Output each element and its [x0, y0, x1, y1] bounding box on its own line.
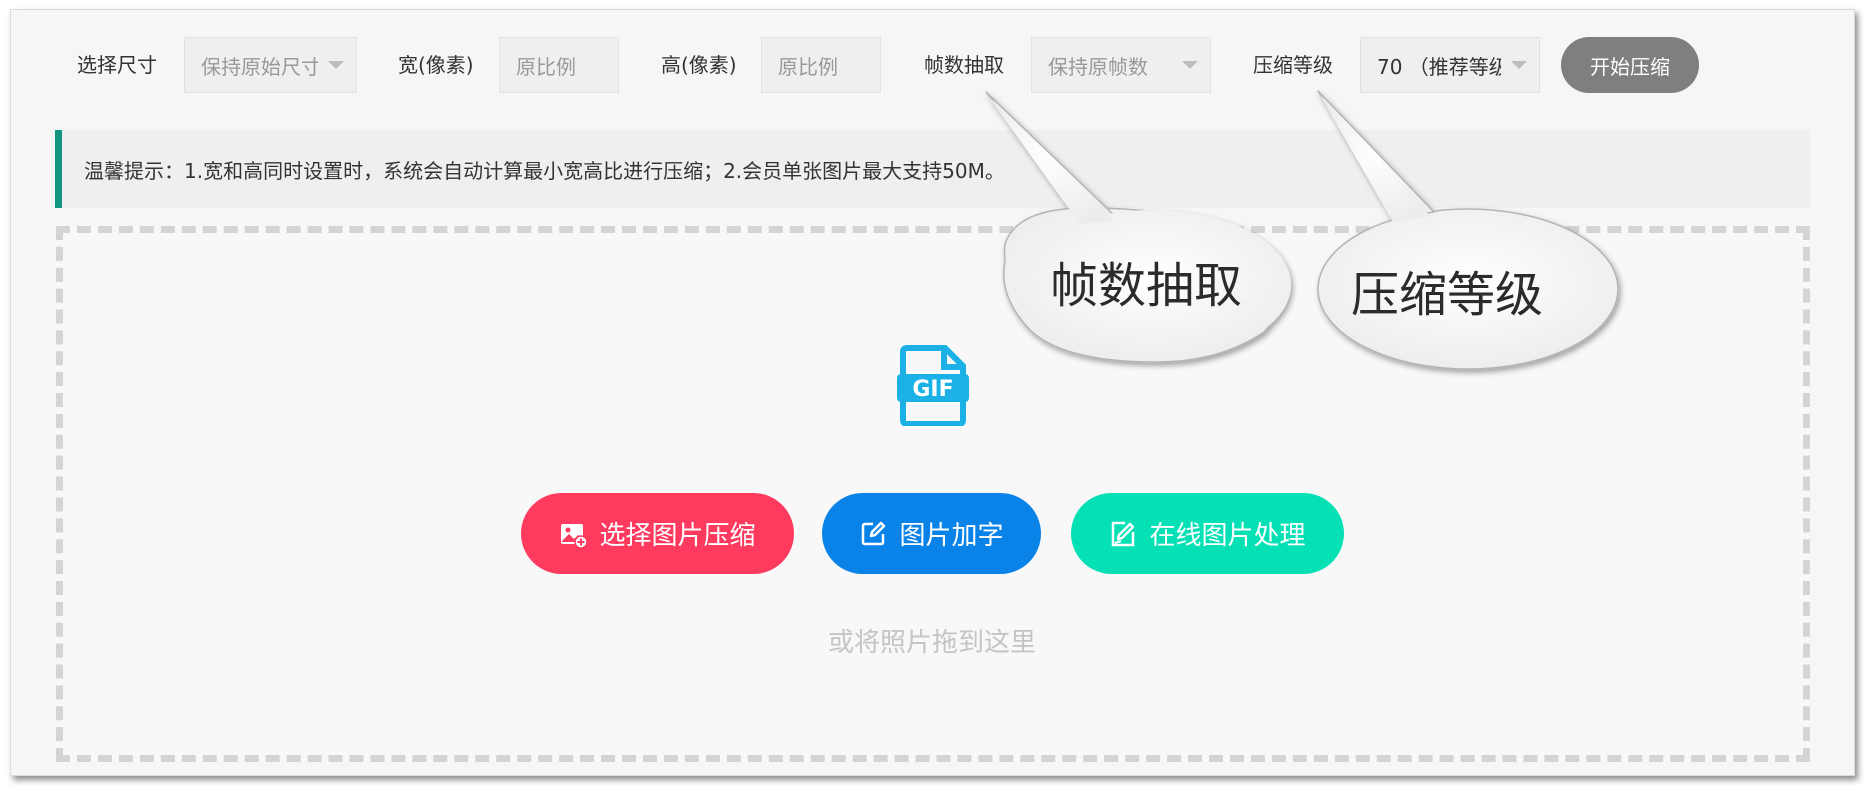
add-text-button[interactable]: 图片加字 [822, 493, 1041, 574]
start-compress-button[interactable]: 开始压缩 [1561, 37, 1699, 93]
frames-select[interactable]: 保持原帧数 [1031, 37, 1211, 93]
tip-text: 温馨提示：1.宽和高同时设置时，系统会自动计算最小宽高比进行压缩；2.会员单张图… [84, 158, 1005, 183]
frames-select-value: 保持原帧数 [1048, 54, 1148, 79]
level-select-value: 70 （推荐等级） [1377, 54, 1501, 79]
select-image-compress-label: 选择图片压缩 [599, 521, 756, 551]
level-callout-text: 压缩等级 [1351, 267, 1544, 323]
width-placeholder: 原比例 [516, 54, 576, 79]
level-select[interactable]: 70 （推荐等级） [1360, 37, 1540, 93]
edit-icon [862, 521, 886, 545]
gif-icon-label: GIF [912, 377, 953, 402]
drop-hint: 或将照片拖到这里 [827, 628, 1036, 658]
height-label: 高(像素) [661, 53, 737, 77]
chevron-down-icon [1511, 61, 1527, 69]
frames-callout-text: 帧数抽取 [1050, 258, 1243, 314]
size-select-value: 保持原始尺寸 [201, 54, 318, 79]
online-image-edit-button[interactable]: 在线图片处理 [1071, 493, 1344, 574]
level-label: 压缩等级 [1253, 53, 1333, 77]
size-label: 选择尺寸 [77, 53, 157, 77]
width-input[interactable]: 原比例 [499, 37, 619, 93]
height-input[interactable]: 原比例 [761, 37, 881, 93]
add-text-label: 图片加字 [899, 521, 1004, 551]
select-image-compress-button[interactable]: 选择图片压缩 [521, 493, 794, 574]
image-add-icon [561, 523, 588, 548]
tip-bar: 温馨提示：1.宽和高同时设置时，系统会自动计算最小宽高比进行压缩；2.会员单张图… [55, 130, 1810, 208]
image-edit-icon [1112, 521, 1135, 546]
gif-file-icon: GIF [897, 345, 969, 426]
frames-label: 帧数抽取 [924, 53, 1004, 77]
size-select[interactable]: 保持原始尺寸 [184, 37, 357, 93]
width-label: 宽(像素) [398, 53, 474, 77]
chevron-down-icon [1182, 61, 1198, 69]
height-placeholder: 原比例 [778, 54, 838, 79]
chevron-down-icon [328, 61, 344, 69]
online-image-edit-label: 在线图片处理 [1149, 521, 1306, 551]
